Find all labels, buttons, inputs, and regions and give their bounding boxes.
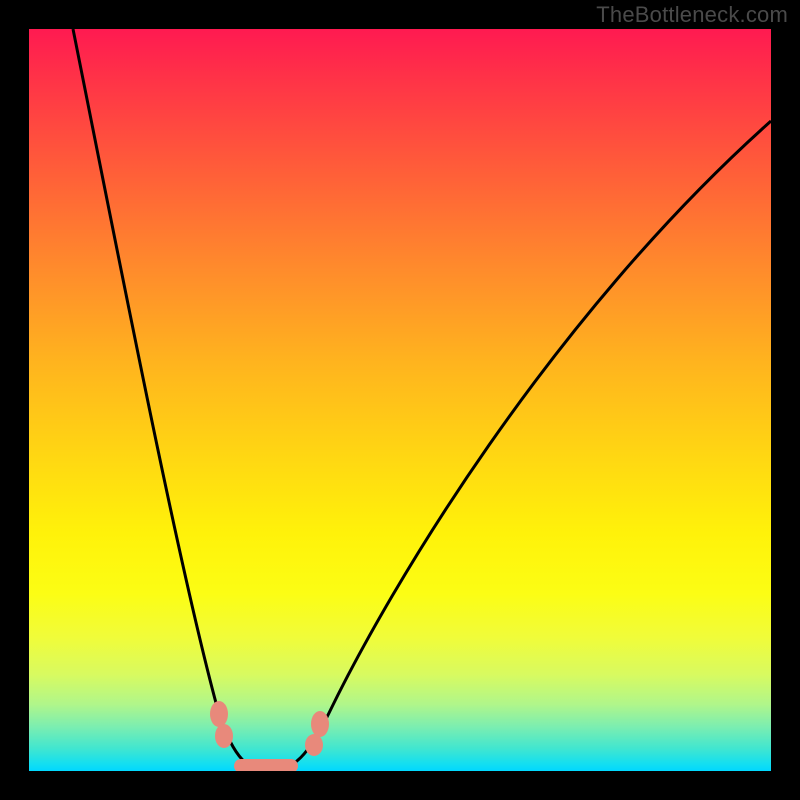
chart-svg [29, 29, 771, 771]
marker-right-upper [311, 711, 329, 737]
marker-right-lower [305, 734, 323, 756]
marker-left-upper [210, 701, 228, 727]
curve-right-branch [269, 121, 771, 771]
curve-left-branch [73, 29, 269, 771]
marker-left-lower [215, 724, 233, 748]
watermark-text: TheBottleneck.com [596, 2, 788, 28]
